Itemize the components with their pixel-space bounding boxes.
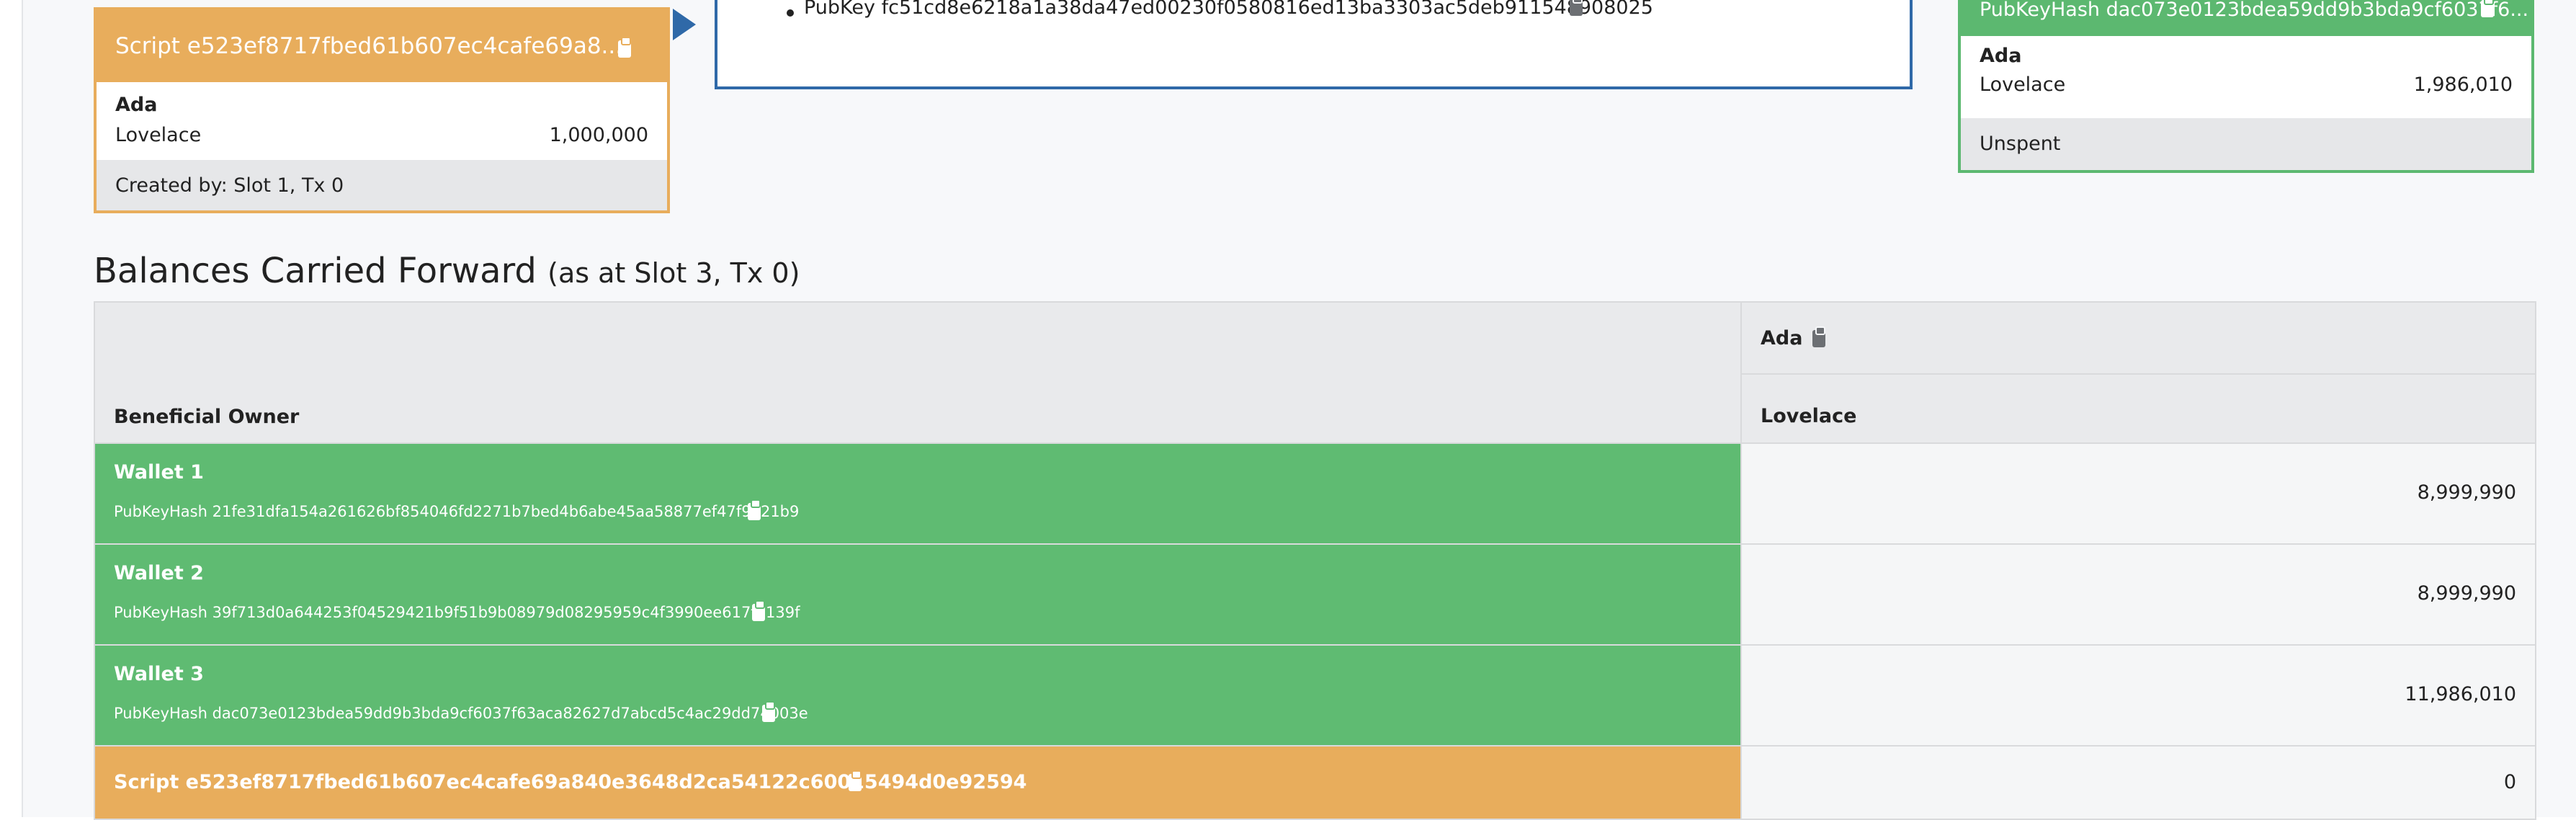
clipboard-icon[interactable] [752,600,765,621]
page-container: Script e523ef8717fbed61b607ec4cafe69a8..… [22,0,2576,820]
beneficial-owner-header: Beneficial Owner [94,301,1742,444]
balances-title: Balances Carried Forward (as at Slot 3, … [94,251,800,291]
owner-name: Wallet 2 [114,562,204,584]
balance-cell: 11,986,010 [1740,644,2536,747]
balance-value: 8,999,990 [2417,582,2516,605]
owner-cell-script: Script e523ef8717fbed61b607ec4cafe69a840… [94,745,1742,820]
owner-name: Script e523ef8717fbed61b607ec4cafe69a840… [114,771,1027,793]
table-row: Wallet 3 PubKeyHash dac073e0123bdea59dd9… [94,644,2536,747]
token-header-label: Lovelace [1761,405,1857,427]
owner-pubkeyhash: PubKeyHash 21fe31dfa154a261626bf854046fd… [114,503,800,520]
balances-table: Beneficial Owner Ada Lovelace Wallet 1 P… [94,301,2536,820]
clipboard-icon[interactable] [1570,0,1583,16]
clipboard-icon[interactable] [849,770,862,791]
wallet-output-card: PubKeyHash dac073e0123bdea59dd9b3bda9cf6… [1958,0,2534,173]
currency-label: Ada [1980,45,2022,67]
script-card-title: Script e523ef8717fbed61b607ec4cafe69a8..… [115,33,623,59]
balance-value: 8,999,990 [2417,481,2516,504]
script-card-header: Script e523ef8717fbed61b607ec4cafe69a8..… [97,10,667,82]
script-output-card: Script e523ef8717fbed61b607ec4cafe69a8..… [94,7,670,213]
balance-value: 0 [2503,771,2516,793]
bullet-icon [787,9,794,17]
currency-header: Ada [1740,301,2536,375]
clipboard-icon[interactable] [2481,0,2494,17]
balances-subtitle: (as at Slot 3, Tx 0) [547,257,800,289]
token-amount: 1,000,000 [549,124,648,146]
script-card-balance: Ada Lovelace 1,000,000 [97,82,667,160]
owner-cell-wallet-3: Wallet 3 PubKeyHash dac073e0123bdea59dd9… [94,644,1742,747]
wallet-card-header: PubKeyHash dac073e0123bdea59dd9b3bda9cf6… [1961,0,2531,36]
token-amount: 1,986,010 [2413,73,2513,96]
table-row: Script e523ef8717fbed61b607ec4cafe69a840… [94,745,2536,820]
clipboard-icon[interactable] [618,37,631,58]
token-label: Lovelace [115,124,202,146]
token-header: Lovelace [1740,373,2536,444]
clipboard-icon[interactable] [748,499,761,520]
clipboard-icon[interactable] [1812,326,1825,347]
table-row: Wallet 2 PubKeyHash 39f713d0a644253f0452… [94,543,2536,646]
balance-cell: 8,999,990 [1740,442,2536,545]
currency-label: Ada [115,94,158,116]
table-row: Wallet 1 PubKeyHash 21fe31dfa154a261626b… [94,442,2536,545]
balance-cell: 0 [1740,745,2536,820]
unspent-label: Unspent [1980,133,2061,155]
owner-cell-wallet-1: Wallet 1 PubKeyHash 21fe31dfa154a261626b… [94,442,1742,545]
owner-name: Wallet 3 [114,663,204,685]
transaction-box: PubKey fc51cd8e6218a1a38da47ed00230f0580… [715,0,1913,89]
balances-heading: Balances Carried Forward [94,251,537,291]
script-card-footer: Created by: Slot 1, Tx 0 [97,160,667,210]
wallet-card-title: PubKeyHash dac073e0123bdea59dd9b3bda9cf6… [1980,0,2529,21]
balance-cell: 8,999,990 [1740,543,2536,646]
owner-cell-wallet-2: Wallet 2 PubKeyHash 39f713d0a644253f0452… [94,543,1742,646]
arrow-right-icon [673,9,696,40]
created-by-label: Created by: Slot 1, Tx 0 [115,174,344,197]
owner-header-label: Beneficial Owner [114,406,300,428]
currency-header-label: Ada [1761,327,1803,349]
signature-pubkey: PubKey fc51cd8e6218a1a38da47ed00230f0580… [804,0,1653,19]
wallet-card-footer: Unspent [1961,118,2531,170]
owner-pubkeyhash: PubKeyHash dac073e0123bdea59dd9b3bda9cf6… [114,705,808,722]
owner-name: Wallet 1 [114,461,204,483]
balance-value: 11,986,010 [2405,683,2516,705]
token-label: Lovelace [1980,73,2066,96]
owner-pubkeyhash: PubKeyHash 39f713d0a644253f04529421b9f51… [114,604,800,621]
clipboard-icon[interactable] [762,701,775,722]
